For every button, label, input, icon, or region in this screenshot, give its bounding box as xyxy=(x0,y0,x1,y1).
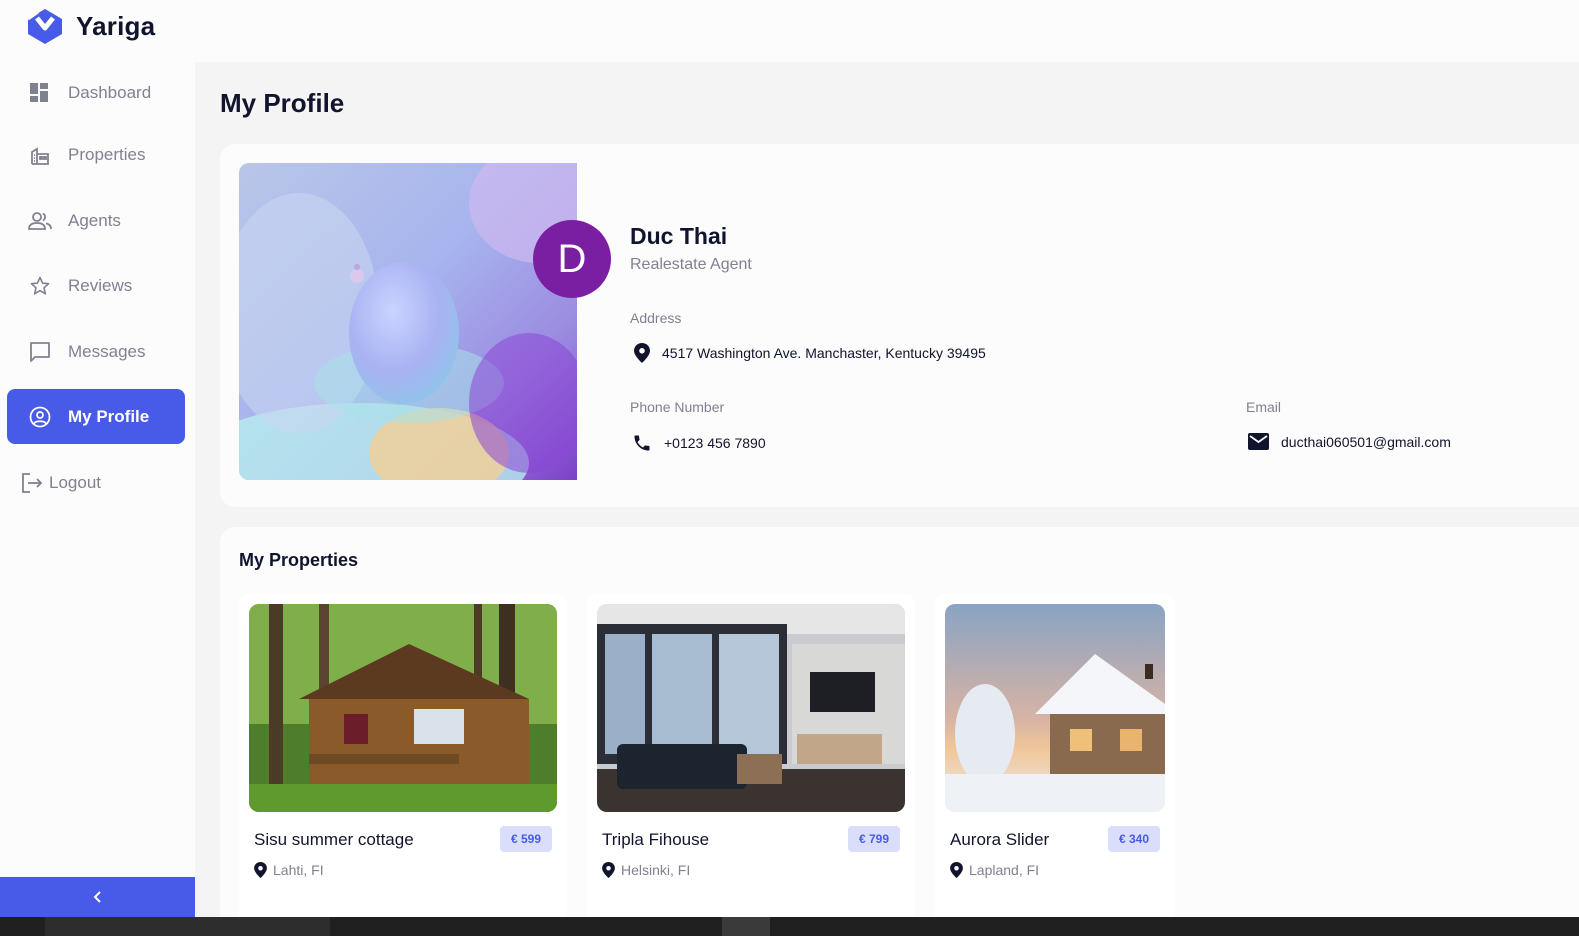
sidebar-item-label: Dashboard xyxy=(68,82,152,102)
email-label: Email xyxy=(1246,399,1282,415)
location-pin-icon xyxy=(602,862,615,878)
account-circle-icon xyxy=(27,404,53,430)
profile-cover-image xyxy=(239,163,577,480)
property-price-badge: € 799 xyxy=(847,826,900,852)
property-location: Lahti, FI xyxy=(254,862,324,878)
sidebar-item-label: Reviews xyxy=(68,275,133,295)
avatar: D xyxy=(533,220,611,298)
location-pin-icon xyxy=(634,343,650,363)
app-name: Yariga xyxy=(76,10,156,41)
profile-card: D Duc Thai Realestate Agent Address 4517… xyxy=(220,144,1579,507)
sidebar-item-messages[interactable]: Messages xyxy=(7,324,185,379)
property-name: Sisu summer cottage xyxy=(254,830,414,849)
property-name: Tripla Fihouse xyxy=(602,830,710,849)
address-label: Address xyxy=(630,310,682,326)
sidebar-item-label: My Profile xyxy=(68,406,150,426)
sidebar-item-my-profile[interactable]: My Profile xyxy=(7,389,185,444)
section-title: My Properties xyxy=(239,550,359,570)
email-row: ducthai060501@gmail.com xyxy=(1248,433,1451,450)
phone-row: +0123 456 7890 xyxy=(632,433,766,453)
profile-name: Duc Thai xyxy=(630,223,728,249)
property-card[interactable]: Sisu summer cottage € 599 Lahti, FI xyxy=(239,594,567,934)
collapse-sidebar-button[interactable] xyxy=(0,877,195,917)
chevron-left-icon xyxy=(93,891,101,903)
property-location-text: Lapland, FI xyxy=(969,862,1040,878)
sidebar-item-label: Agents xyxy=(68,210,121,230)
sidebar: Dashboard Properties Agents Reviews Mess… xyxy=(0,62,195,936)
address-value: 4517 Washington Ave. Manchaster, Kentuck… xyxy=(662,345,986,361)
taskbar-slot xyxy=(45,917,330,936)
sidebar-item-label: Messages xyxy=(68,341,146,361)
sidebar-item-dashboard[interactable]: Dashboard xyxy=(7,65,185,120)
logout-label: Logout xyxy=(49,472,101,492)
property-image xyxy=(249,604,557,812)
property-image xyxy=(597,604,905,812)
logout-icon xyxy=(19,470,45,496)
os-taskbar xyxy=(0,917,1579,936)
sidebar-item-agents[interactable]: Agents xyxy=(7,193,185,248)
dashboard-icon xyxy=(27,80,53,106)
property-price-badge: € 599 xyxy=(499,826,552,852)
phone-icon xyxy=(634,435,650,451)
property-location: Helsinki, FI xyxy=(602,862,690,878)
star-icon xyxy=(27,273,53,299)
property-card[interactable]: Aurora Slider € 340 Lapland, FI xyxy=(935,594,1175,934)
page-title: My Profile xyxy=(220,88,345,118)
taskbar-slot xyxy=(722,917,770,936)
mail-icon xyxy=(1248,433,1269,450)
location-pin-icon xyxy=(950,862,963,878)
top-header: Yariga xyxy=(0,0,1579,62)
sidebar-item-reviews[interactable]: Reviews xyxy=(7,258,185,313)
phone-value: +0123 456 7890 xyxy=(664,435,766,451)
property-image xyxy=(945,604,1165,812)
chat-icon xyxy=(27,339,53,365)
people-icon xyxy=(27,208,53,234)
address-row: 4517 Washington Ave. Manchaster, Kentuck… xyxy=(634,343,986,363)
property-location-text: Helsinki, FI xyxy=(621,862,691,878)
sidebar-item-label: Properties xyxy=(68,144,146,164)
profile-role: Realestate Agent xyxy=(630,256,752,273)
sidebar-item-properties[interactable]: Properties xyxy=(7,127,185,182)
building-icon xyxy=(27,142,53,168)
phone-label: Phone Number xyxy=(630,399,725,415)
my-properties-card: My Properties Sisu summer cottage € 599 xyxy=(220,527,1579,936)
property-card[interactable]: Tripla Fihouse € 799 Helsinki, FI xyxy=(587,594,915,934)
property-location-text: Lahti, FI xyxy=(273,862,324,878)
property-price-badge: € 340 xyxy=(1107,826,1160,852)
email-value: ducthai060501@gmail.com xyxy=(1281,433,1451,450)
property-location: Lapland, FI xyxy=(950,862,1039,878)
yariga-logo-icon xyxy=(27,9,62,44)
logout-button[interactable]: Logout xyxy=(7,455,185,510)
property-name: Aurora Slider xyxy=(950,830,1050,849)
app-logo[interactable]: Yariga xyxy=(24,6,155,46)
location-pin-icon xyxy=(254,862,267,878)
